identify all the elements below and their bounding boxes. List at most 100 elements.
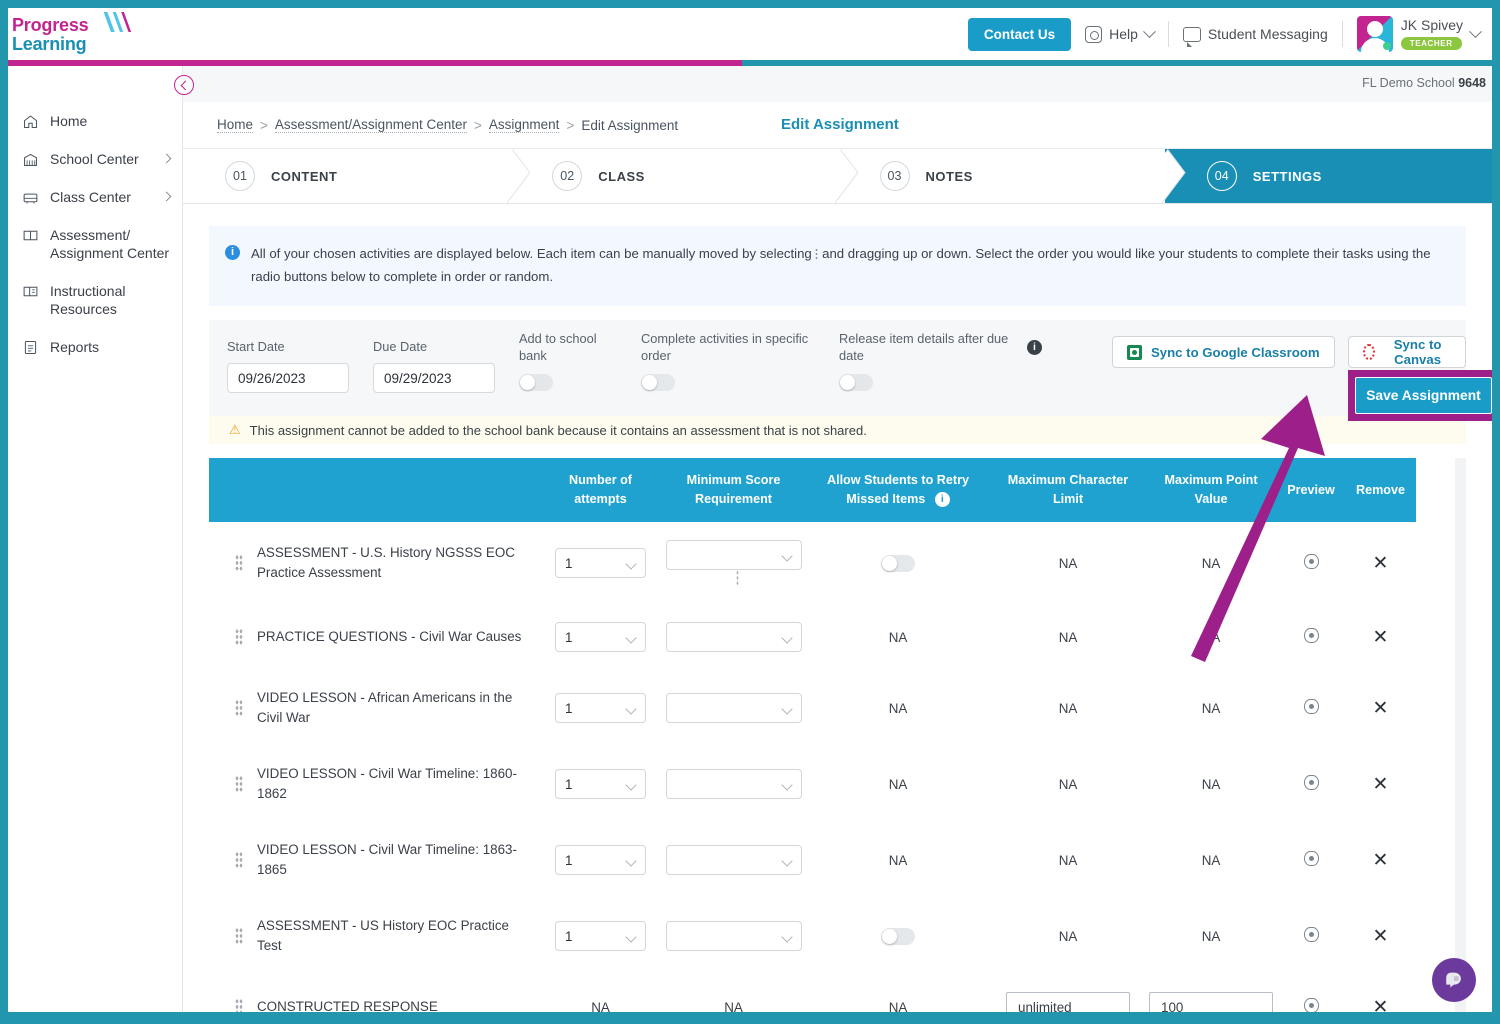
tab-notes[interactable]: 03 NOTES (837, 149, 1165, 203)
add-to-school-bank-toggle[interactable] (519, 374, 553, 391)
sub-header-strip: FL Demo School 9648 (8, 66, 1492, 102)
sidebar-item-label: Reports (50, 339, 100, 355)
attempts-select[interactable]: 1 (555, 769, 646, 799)
min-score-select[interactable] (666, 845, 802, 875)
preview-icon[interactable] (1303, 628, 1319, 643)
tab-content[interactable]: 01 CONTENT (183, 149, 511, 203)
building-icon (24, 153, 37, 166)
drag-handle-icon[interactable] (235, 699, 243, 717)
retry-cell (805, 898, 991, 974)
release-details-toggle[interactable] (839, 374, 873, 391)
google-classroom-icon (1127, 344, 1142, 360)
avatar (1356, 16, 1393, 52)
preview-icon[interactable] (1303, 927, 1319, 942)
min-score-select[interactable] (666, 921, 802, 951)
sync-google-classroom-button[interactable]: Sync to Google Classroom (1112, 336, 1335, 368)
remove-icon[interactable]: ✕ (1373, 926, 1389, 947)
table-header-row: Number of attempts Minimum Score Require… (209, 458, 1416, 522)
breadcrumb-item-assessment-center[interactable]: Assessment/Assignment Center (274, 117, 467, 133)
min-score-cell (662, 898, 805, 974)
preview-icon[interactable] (1303, 775, 1319, 790)
breadcrumb-item-home[interactable]: Home (217, 117, 254, 133)
remove-icon[interactable]: ✕ (1373, 698, 1389, 719)
point-value-cell (1145, 974, 1277, 1016)
table-row: PRACTICE QUESTIONS - Civil War Causes 1 (209, 604, 1416, 670)
row-options-icon[interactable] (735, 570, 739, 586)
point-value-cell: NA (1145, 746, 1277, 822)
tab-settings[interactable]: 04 SETTINGS (1164, 149, 1492, 203)
start-date-field: Start Date (227, 338, 349, 393)
user-menu[interactable]: JK Spivey TEACHER (1343, 16, 1482, 52)
remove-cell: ✕ (1345, 604, 1416, 670)
table-row: VIDEO LESSON - Civil War Timeline: 1863-… (209, 822, 1416, 898)
min-score-select[interactable] (666, 693, 802, 723)
drag-handle-icon[interactable] (235, 927, 243, 945)
remove-icon[interactable]: ✕ (1373, 850, 1389, 871)
assignment-settings-bar: Start Date Due Date Add to school bank C… (209, 320, 1492, 421)
release-details-info-icon[interactable]: i (1027, 340, 1042, 355)
retry-toggle[interactable] (881, 554, 915, 572)
attempts-select[interactable]: 1 (555, 693, 646, 723)
step-number: 03 (879, 161, 910, 191)
preview-icon[interactable] (1303, 554, 1319, 569)
min-score-select[interactable] (666, 540, 802, 570)
sidebar-item-reports[interactable]: Reports (8, 328, 182, 366)
drag-handle-icon[interactable] (235, 628, 243, 646)
progress-learning-logo[interactable]: Progress Learning (12, 12, 172, 62)
sidebar-item-school-center[interactable]: School Center (8, 140, 182, 178)
attempts-select[interactable]: 1 (555, 622, 646, 652)
preview-icon[interactable] (1303, 851, 1319, 866)
table-scrollbar[interactable] (1455, 458, 1466, 1016)
save-assignment-button[interactable]: Save Assignment (1355, 377, 1492, 414)
min-score-select-wrap (666, 540, 802, 570)
min-score-select-wrap (666, 769, 802, 799)
app-window: Progress Learning Contact Us Help Studen… (8, 8, 1492, 1016)
sync-canvas-button[interactable]: Sync to Canvas (1348, 336, 1466, 368)
specific-order-toggle[interactable] (641, 374, 675, 391)
remove-icon[interactable]: ✕ (1373, 553, 1389, 574)
attempts-select[interactable]: 1 (555, 548, 646, 578)
remove-icon[interactable]: ✕ (1373, 627, 1389, 648)
preview-icon[interactable] (1303, 699, 1319, 714)
breadcrumb: Home > Assessment/Assignment Center > As… (183, 102, 1492, 149)
chevron-right-icon (161, 153, 172, 164)
due-date-input[interactable] (373, 363, 495, 393)
tab-class[interactable]: 02 CLASS (510, 149, 838, 203)
school-id: 9648 (1458, 76, 1486, 90)
retry-cell (805, 522, 991, 604)
sidebar-item-class-center[interactable]: Class Center (8, 178, 182, 216)
activity-name-cell: ASSESSMENT - US History EOC Practice Tes… (209, 898, 539, 974)
contact-us-button[interactable]: Contact Us (967, 17, 1072, 51)
retry-toggle[interactable] (881, 927, 915, 945)
student-messaging-link[interactable]: Student Messaging (1169, 26, 1342, 47)
attempts-select-wrap: 1 (555, 769, 646, 799)
attempts-select[interactable]: 1 (555, 845, 646, 875)
sidebar-item-assessment-assignment-center[interactable]: Assessment/ Assignment Center (8, 216, 182, 272)
home-icon (24, 115, 37, 128)
min-score-select[interactable] (666, 769, 802, 799)
min-score-select[interactable] (666, 622, 802, 652)
drag-handle-icon[interactable] (235, 554, 243, 572)
help-menu[interactable]: Help (1071, 24, 1168, 43)
start-date-input[interactable] (227, 363, 349, 393)
canvas-icon (1363, 344, 1376, 360)
sidebar-item-home[interactable]: Home (8, 102, 182, 140)
attempts-select[interactable]: 1 (555, 921, 646, 951)
sidebar-item-label: Instructional Resources (50, 283, 126, 317)
chat-support-button[interactable] (1432, 958, 1476, 1002)
book-icon (23, 230, 38, 241)
activity-name-cell: ASSESSMENT - U.S. History NGSSS EOC Prac… (209, 522, 539, 604)
breadcrumb-item-assignment[interactable]: Assignment (488, 117, 560, 133)
attempts-cell: 1 (539, 746, 662, 822)
sidebar-collapse-button[interactable] (174, 75, 194, 95)
sidebar-item-instructional-resources[interactable]: Instructional Resources (8, 272, 182, 328)
retry-info-icon[interactable]: i (934, 492, 950, 508)
activity-name-cell: CONSTRUCTED RESPONSE (209, 974, 539, 1016)
chevron-down-icon (1469, 24, 1482, 38)
drag-handle-icon[interactable] (235, 775, 243, 793)
drag-handle-icon[interactable] (235, 851, 243, 869)
release-details-field: Release item details after due date (839, 330, 1019, 391)
preview-icon[interactable] (1303, 998, 1319, 1013)
table-row: VIDEO LESSON - Civil War Timeline: 1860-… (209, 746, 1416, 822)
remove-icon[interactable]: ✕ (1373, 774, 1389, 795)
